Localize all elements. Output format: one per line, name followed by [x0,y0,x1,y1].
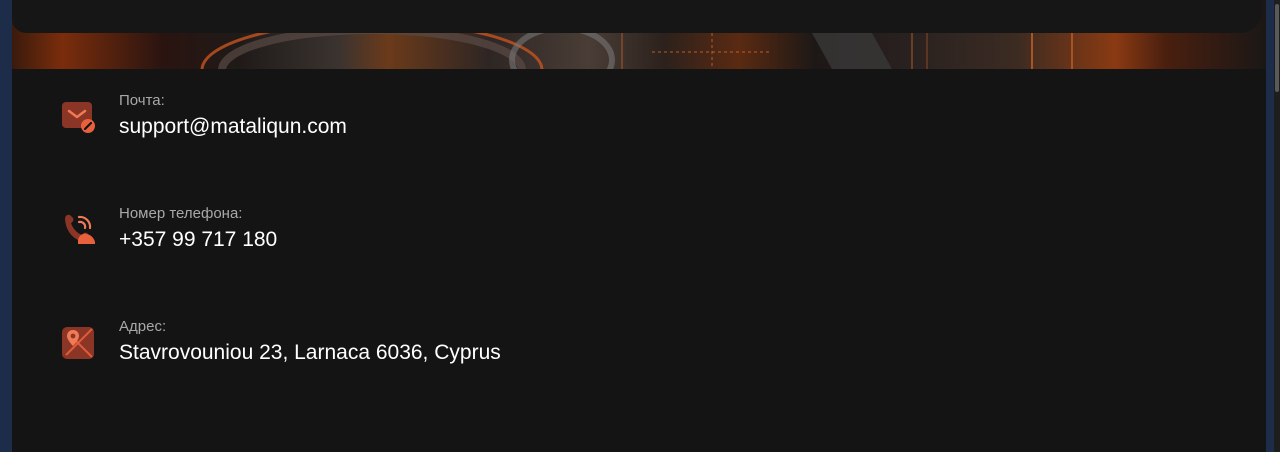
email-link[interactable]: support@mataliqun.com [119,115,347,139]
contact-phone: Номер телефона: +357 99 717 180 [62,205,277,252]
window-background: Почта: support@mataliqun.com Номер телеф… [0,0,1280,452]
contact-label: Почта: [119,92,165,109]
scrollbar-thumb[interactable] [1275,4,1279,92]
contact-label: Номер телефона: [119,205,243,222]
phone-link[interactable]: +357 99 717 180 [119,228,277,252]
map-pin-icon [62,325,96,359]
contact-address: Адрес: Stavrovouniou 23, Larnaca 6036, C… [62,318,501,365]
address-text: Stavrovouniou 23, Larnaca 6036, Cyprus [119,341,501,364]
header-card [12,0,1262,33]
mail-icon [62,99,96,133]
contacts-panel: Почта: support@mataliqun.com Номер телеф… [12,0,1266,452]
contact-email: Почта: support@mataliqun.com [62,92,347,139]
phone-icon [62,212,96,246]
contact-label: Адрес: [119,318,167,335]
scrollbar[interactable] [1274,0,1280,452]
